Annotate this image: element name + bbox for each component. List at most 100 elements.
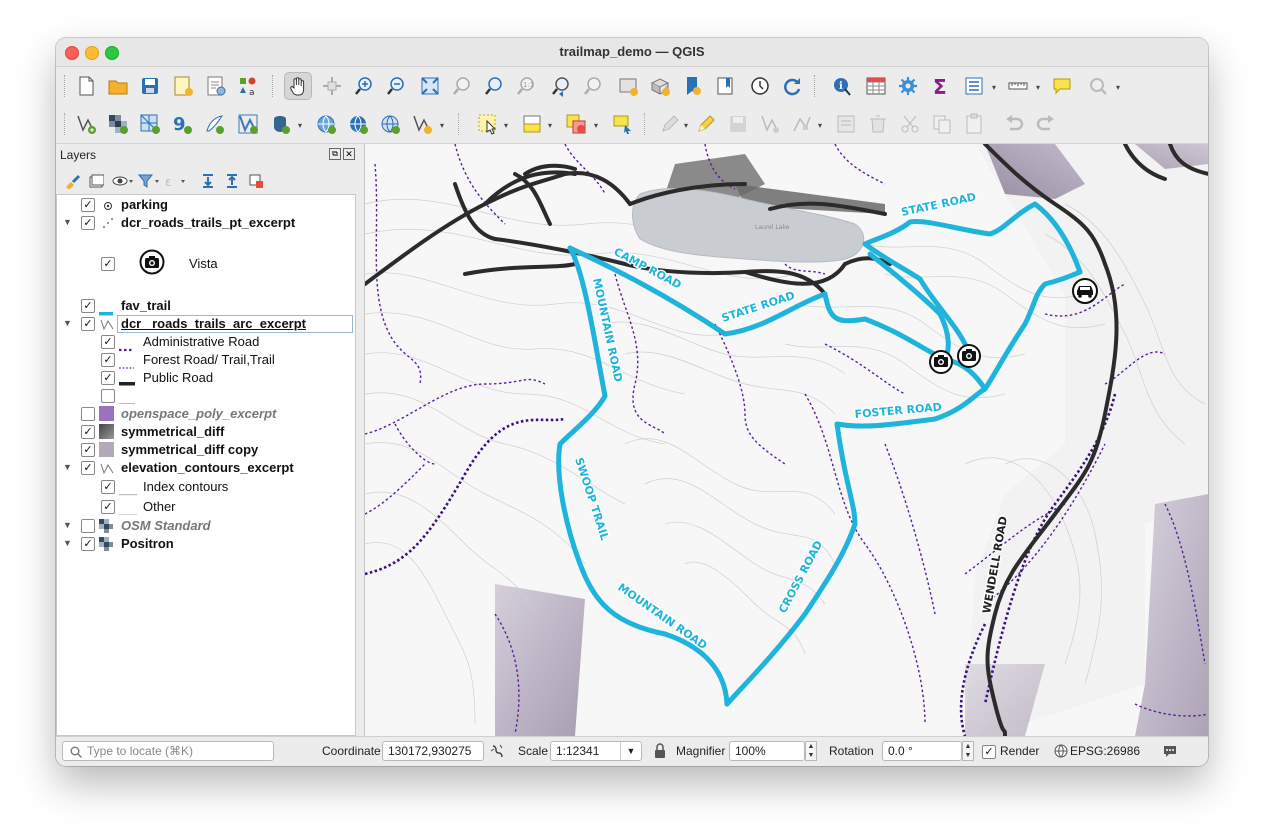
layer-item-positron[interactable]: ▼ ✓ Positron [57, 535, 355, 553]
zoom-to-layer-icon[interactable] [480, 72, 508, 100]
layer-item-openspace-poly[interactable]: openspace_poly_excerpt [57, 405, 355, 423]
vertex-tool-icon[interactable] [788, 110, 816, 138]
class-visibility-checkbox[interactable]: ✓ [101, 371, 115, 385]
collapse-arrow-icon[interactable]: ▼ [63, 520, 72, 530]
add-wfs-layer-icon[interactable] [344, 110, 372, 138]
add-group-icon[interactable] [88, 173, 105, 194]
style-manager-icon[interactable]: a [234, 72, 262, 100]
layer-visibility-checkbox[interactable]: ✓ [81, 425, 95, 439]
new-shapefile-layer-icon[interactable] [408, 110, 436, 138]
layer-styling-icon[interactable] [64, 173, 80, 194]
collapse-arrow-icon[interactable]: ▼ [63, 217, 72, 227]
modify-attributes-icon[interactable] [832, 110, 860, 138]
legend-item-public-road[interactable]: ✓ Public Road [57, 369, 355, 387]
remove-layer-icon[interactable] [248, 173, 264, 194]
layer-item-osm-standard[interactable]: ▼ OSM Standard [57, 517, 355, 535]
parking-car-marker[interactable] [1072, 278, 1098, 304]
new-bookmark-icon[interactable] [678, 72, 706, 100]
zoom-last-icon[interactable] [548, 72, 576, 100]
new-project-icon[interactable] [72, 72, 100, 100]
delete-selected-icon[interactable] [864, 110, 892, 138]
magnifier-stepper[interactable]: ▲ ▼ [805, 741, 817, 761]
select-by-value-icon[interactable] [518, 110, 546, 138]
class-visibility-checkbox[interactable]: ✓ [101, 257, 115, 271]
layer-visibility-checkbox[interactable] [81, 407, 95, 421]
zoom-to-selection-icon[interactable] [448, 72, 476, 100]
vista-marker-2[interactable] [957, 344, 981, 368]
toggle-extents-icon[interactable] [489, 743, 505, 762]
layer-visibility-checkbox[interactable]: ✓ [81, 198, 95, 212]
new-map-view-icon[interactable] [614, 72, 642, 100]
open-project-icon[interactable] [104, 72, 132, 100]
layer-visibility-checkbox[interactable] [81, 519, 95, 533]
select-by-location-icon[interactable] [608, 110, 636, 138]
layer-visibility-checkbox[interactable]: ✓ [81, 537, 95, 551]
filter-legend-icon[interactable] [137, 173, 160, 194]
render-checkbox[interactable]: ✓ [982, 745, 996, 759]
statistical-summary-icon[interactable]: Σ [926, 72, 954, 100]
cut-features-icon[interactable] [896, 110, 924, 138]
legend-item-index-contours[interactable]: ✓ Index contours [57, 478, 355, 496]
save-edits-icon[interactable] [724, 110, 752, 138]
add-feature-icon[interactable] [756, 110, 784, 138]
add-vector-layer-icon[interactable] [72, 110, 100, 138]
add-delimited-text-icon[interactable]: 9, [168, 110, 196, 138]
toggle-editing-icon[interactable] [692, 110, 720, 138]
undo-icon[interactable] [1000, 110, 1028, 138]
magnifier-field[interactable]: 100% [729, 741, 805, 761]
collapse-arrow-icon[interactable]: ▼ [63, 538, 72, 548]
layer-item-elevation-contours[interactable]: ▼ ✓ elevation_contours_excerpt [57, 459, 355, 477]
rotation-stepper[interactable]: ▲ ▼ [962, 741, 974, 761]
add-raster-layer-icon[interactable] [104, 110, 132, 138]
legend-item-vista[interactable]: ✓ Vista [57, 245, 355, 281]
chevron-down-icon[interactable]: ▼ [620, 742, 641, 760]
paste-features-icon[interactable] [960, 110, 988, 138]
open-attribute-table-icon[interactable] [862, 72, 890, 100]
class-visibility-checkbox[interactable]: ✓ [101, 353, 115, 367]
redo-icon[interactable] [1032, 110, 1060, 138]
layer-item-fav-trail[interactable]: ✓ fav_trail [57, 297, 355, 316]
new-3d-map-view-icon[interactable] [646, 72, 674, 100]
zoom-next-icon[interactable] [580, 72, 608, 100]
current-edits-icon[interactable] [656, 110, 684, 138]
layer-visibility-checkbox[interactable]: ✓ [81, 461, 95, 475]
layer-visibility-checkbox[interactable]: ✓ [81, 317, 95, 331]
map-canvas[interactable]: Laurel Lake STATE ROAD CAMP ROAD STATE R… [364, 144, 1208, 736]
expand-all-icon[interactable] [200, 173, 216, 194]
crs-button[interactable]: EPSG:26986 [1070, 744, 1140, 758]
map-tips-icon[interactable] [1048, 72, 1076, 100]
add-gpx-layer-icon[interactable] [200, 110, 228, 138]
layout-manager-icon[interactable] [202, 72, 230, 100]
class-visibility-checkbox[interactable]: ✓ [101, 480, 115, 494]
add-virtual-layer-icon[interactable] [234, 110, 262, 138]
vista-marker-1[interactable] [929, 350, 953, 374]
legend-item-other[interactable]: ✓ Other [57, 498, 355, 516]
zoom-full-icon[interactable] [416, 72, 444, 100]
identify-features-icon[interactable]: i [828, 72, 856, 100]
layer-item-dcr-roads-trails-pt[interactable]: ▼ ✓ dcr_roads_trails_pt_excerpt [57, 214, 355, 232]
pan-to-selection-icon[interactable] [318, 72, 346, 100]
legend-item-administrative-road[interactable]: ✓ Administrative Road [57, 333, 355, 352]
legend-item-other-class[interactable] [57, 387, 355, 405]
filter-by-expression-icon[interactable]: ε [164, 173, 186, 194]
zoom-native-icon[interactable]: 1:1 [512, 72, 540, 100]
collapse-arrow-icon[interactable]: ▼ [63, 462, 72, 472]
show-bookmarks-icon[interactable] [712, 72, 740, 100]
layer-visibility-checkbox[interactable]: ✓ [81, 216, 95, 230]
layer-item-symmetrical-diff-copy[interactable]: ✓ symmetrical_diff copy [57, 441, 355, 459]
close-panel-icon[interactable]: ✕ [343, 148, 355, 160]
layer-item-dcr-roads-trails-arc[interactable]: ▼ ✓ dcr _roads_trails_arc_excerpt [57, 315, 355, 333]
float-panel-icon[interactable]: ⧉ [329, 148, 341, 160]
copy-features-icon[interactable] [928, 110, 956, 138]
legend-item-forest-road-trail[interactable]: ✓ Forest Road/ Trail,Trail [57, 351, 355, 369]
lock-scale-icon[interactable] [654, 743, 666, 762]
temporal-controller-icon[interactable] [746, 72, 774, 100]
add-wms-layer-icon[interactable] [312, 110, 340, 138]
layer-visibility-checkbox[interactable]: ✓ [81, 443, 95, 457]
collapse-all-icon[interactable] [224, 173, 240, 194]
deselect-features-icon[interactable] [562, 110, 590, 138]
zoom-in-icon[interactable] [350, 72, 378, 100]
measure-line-icon[interactable] [1004, 72, 1032, 100]
rotation-field[interactable]: 0.0 ° [882, 741, 962, 761]
class-visibility-checkbox[interactable]: ✓ [101, 500, 115, 514]
